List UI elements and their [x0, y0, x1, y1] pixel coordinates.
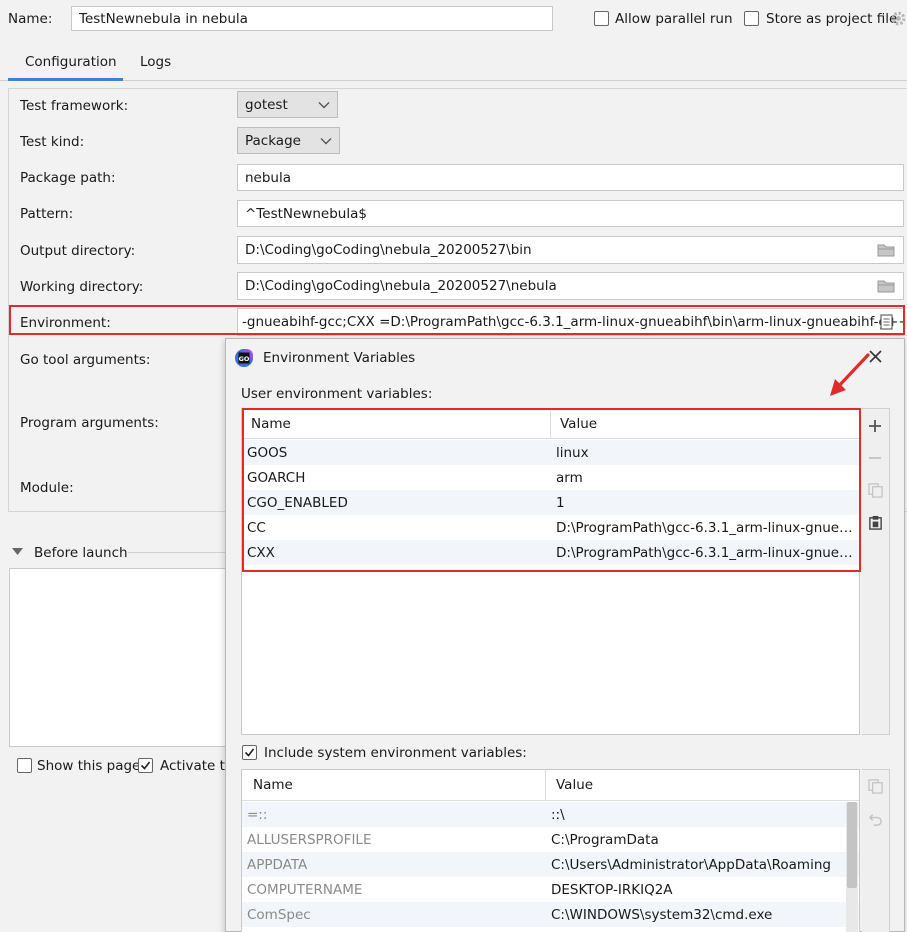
user-vars-highlight	[242, 408, 861, 572]
env-value: DESKTOP-IRKIQ2A	[551, 881, 673, 898]
test-kind-select[interactable]: Package	[237, 127, 340, 154]
name-input[interactable]: TestNewnebula in nebula	[71, 6, 553, 31]
test-framework-label: Test framework:	[20, 98, 129, 114]
chevron-down-icon	[320, 137, 332, 144]
system-env-header: Name Value	[242, 770, 859, 801]
tab-active-indicator	[8, 78, 123, 81]
scrollbar-thumb[interactable]	[847, 802, 857, 888]
chevron-down-icon	[318, 101, 330, 108]
user-env-section-label: User environment variables:	[241, 386, 433, 402]
env-value: C:\WINDOWS\system32\cmd.exe	[551, 906, 773, 923]
before-launch-divider	[128, 552, 226, 553]
table-row[interactable]: COMPUTERNAME DESKTOP-IRKIQ2A	[242, 877, 859, 902]
output-directory-value: D:\Coding\goCoding\nebula_20200527\bin	[245, 242, 532, 258]
name-label: Name:	[8, 11, 53, 27]
env-name: ComSpec	[247, 906, 311, 923]
undo-icon[interactable]	[866, 809, 884, 827]
gear-icon[interactable]	[890, 10, 907, 27]
activate-tool-label: Activate to	[160, 758, 226, 774]
store-project-label: Store as project file	[766, 11, 898, 27]
working-directory-label: Working directory:	[20, 279, 144, 295]
copy-icon[interactable]	[866, 481, 884, 499]
scrollbar-track[interactable]	[846, 802, 858, 932]
pattern-input[interactable]: ^TestNewnebula$	[237, 200, 904, 227]
table-row[interactable]: APPDATA C:\Users\Administrator\AppData\R…	[242, 852, 859, 877]
allow-parallel-checkbox[interactable]	[594, 11, 609, 26]
output-directory-label: Output directory:	[20, 243, 136, 259]
activate-tool-checkbox[interactable]	[138, 758, 153, 773]
goland-logo-icon: GO	[235, 349, 253, 367]
before-launch-label: Before launch	[34, 545, 128, 561]
env-value: ::\	[551, 806, 565, 823]
dialog-title: Environment Variables	[263, 350, 416, 366]
folder-icon[interactable]	[877, 243, 895, 257]
allow-parallel-label: Allow parallel run	[615, 11, 733, 27]
env-name: APPDATA	[247, 856, 308, 873]
env-name: ALLUSERSPROFILE	[247, 831, 372, 848]
include-system-label: Include system environment variables:	[264, 745, 527, 761]
program-arguments-label: Program arguments:	[20, 415, 159, 431]
folder-icon[interactable]	[877, 279, 895, 293]
environment-highlight	[9, 305, 905, 335]
add-icon[interactable]	[866, 417, 884, 435]
include-system-checkbox[interactable]	[242, 745, 257, 760]
before-launch-list[interactable]	[9, 568, 226, 747]
show-page-label: Show this page	[37, 758, 141, 774]
collapse-triangle-icon[interactable]	[12, 548, 23, 556]
show-page-checkbox[interactable]	[17, 758, 32, 773]
checkmark-icon	[244, 748, 255, 757]
env-value: C:\Users\Administrator\AppData\Roaming	[551, 856, 831, 873]
output-directory-input[interactable]: D:\Coding\goCoding\nebula_20200527\bin	[237, 236, 904, 264]
tab-logs[interactable]: Logs	[140, 54, 171, 70]
column-header-value[interactable]: Value	[546, 777, 859, 793]
table-row[interactable]: =:: ::\	[242, 802, 859, 827]
pattern-label: Pattern:	[20, 206, 74, 222]
test-kind-label: Test kind:	[20, 134, 85, 150]
remove-icon[interactable]	[866, 449, 884, 467]
table-row[interactable]: ALLUSERSPROFILE C:\ProgramData	[242, 827, 859, 852]
test-framework-value: gotest	[245, 96, 288, 113]
column-header-name[interactable]: Name	[242, 770, 546, 800]
svg-text:GO: GO	[239, 355, 250, 363]
paste-icon[interactable]	[866, 513, 884, 531]
annotation-arrow-icon	[830, 353, 870, 396]
package-path-input[interactable]: nebula	[237, 164, 904, 191]
working-directory-input[interactable]: D:\Coding\goCoding\nebula_20200527\nebul…	[237, 272, 904, 300]
env-value: C:\ProgramData	[551, 831, 659, 848]
test-kind-value: Package	[245, 132, 301, 149]
environment-variables-dialog: GO Environment Variables User environmen…	[225, 338, 905, 932]
checkmark-icon	[140, 761, 151, 770]
tabs-divider	[0, 80, 907, 81]
working-directory-value: D:\Coding\goCoding\nebula_20200527\nebul…	[245, 278, 557, 294]
copy-icon[interactable]	[866, 777, 884, 795]
go-tool-arguments-label: Go tool arguments:	[20, 352, 151, 368]
store-project-checkbox[interactable]	[744, 11, 759, 26]
system-env-table[interactable]: Name Value =:: ::\ ALLUSERSPROFILE C:\Pr…	[241, 769, 860, 932]
env-name: COMPUTERNAME	[247, 881, 363, 898]
table-row[interactable]: ComSpec C:\WINDOWS\system32\cmd.exe	[242, 902, 859, 927]
test-framework-select[interactable]: gotest	[237, 91, 338, 118]
module-label: Module:	[20, 480, 74, 496]
env-name: =::	[247, 806, 268, 823]
tab-configuration[interactable]: Configuration	[25, 54, 117, 70]
package-path-label: Package path:	[20, 170, 116, 186]
